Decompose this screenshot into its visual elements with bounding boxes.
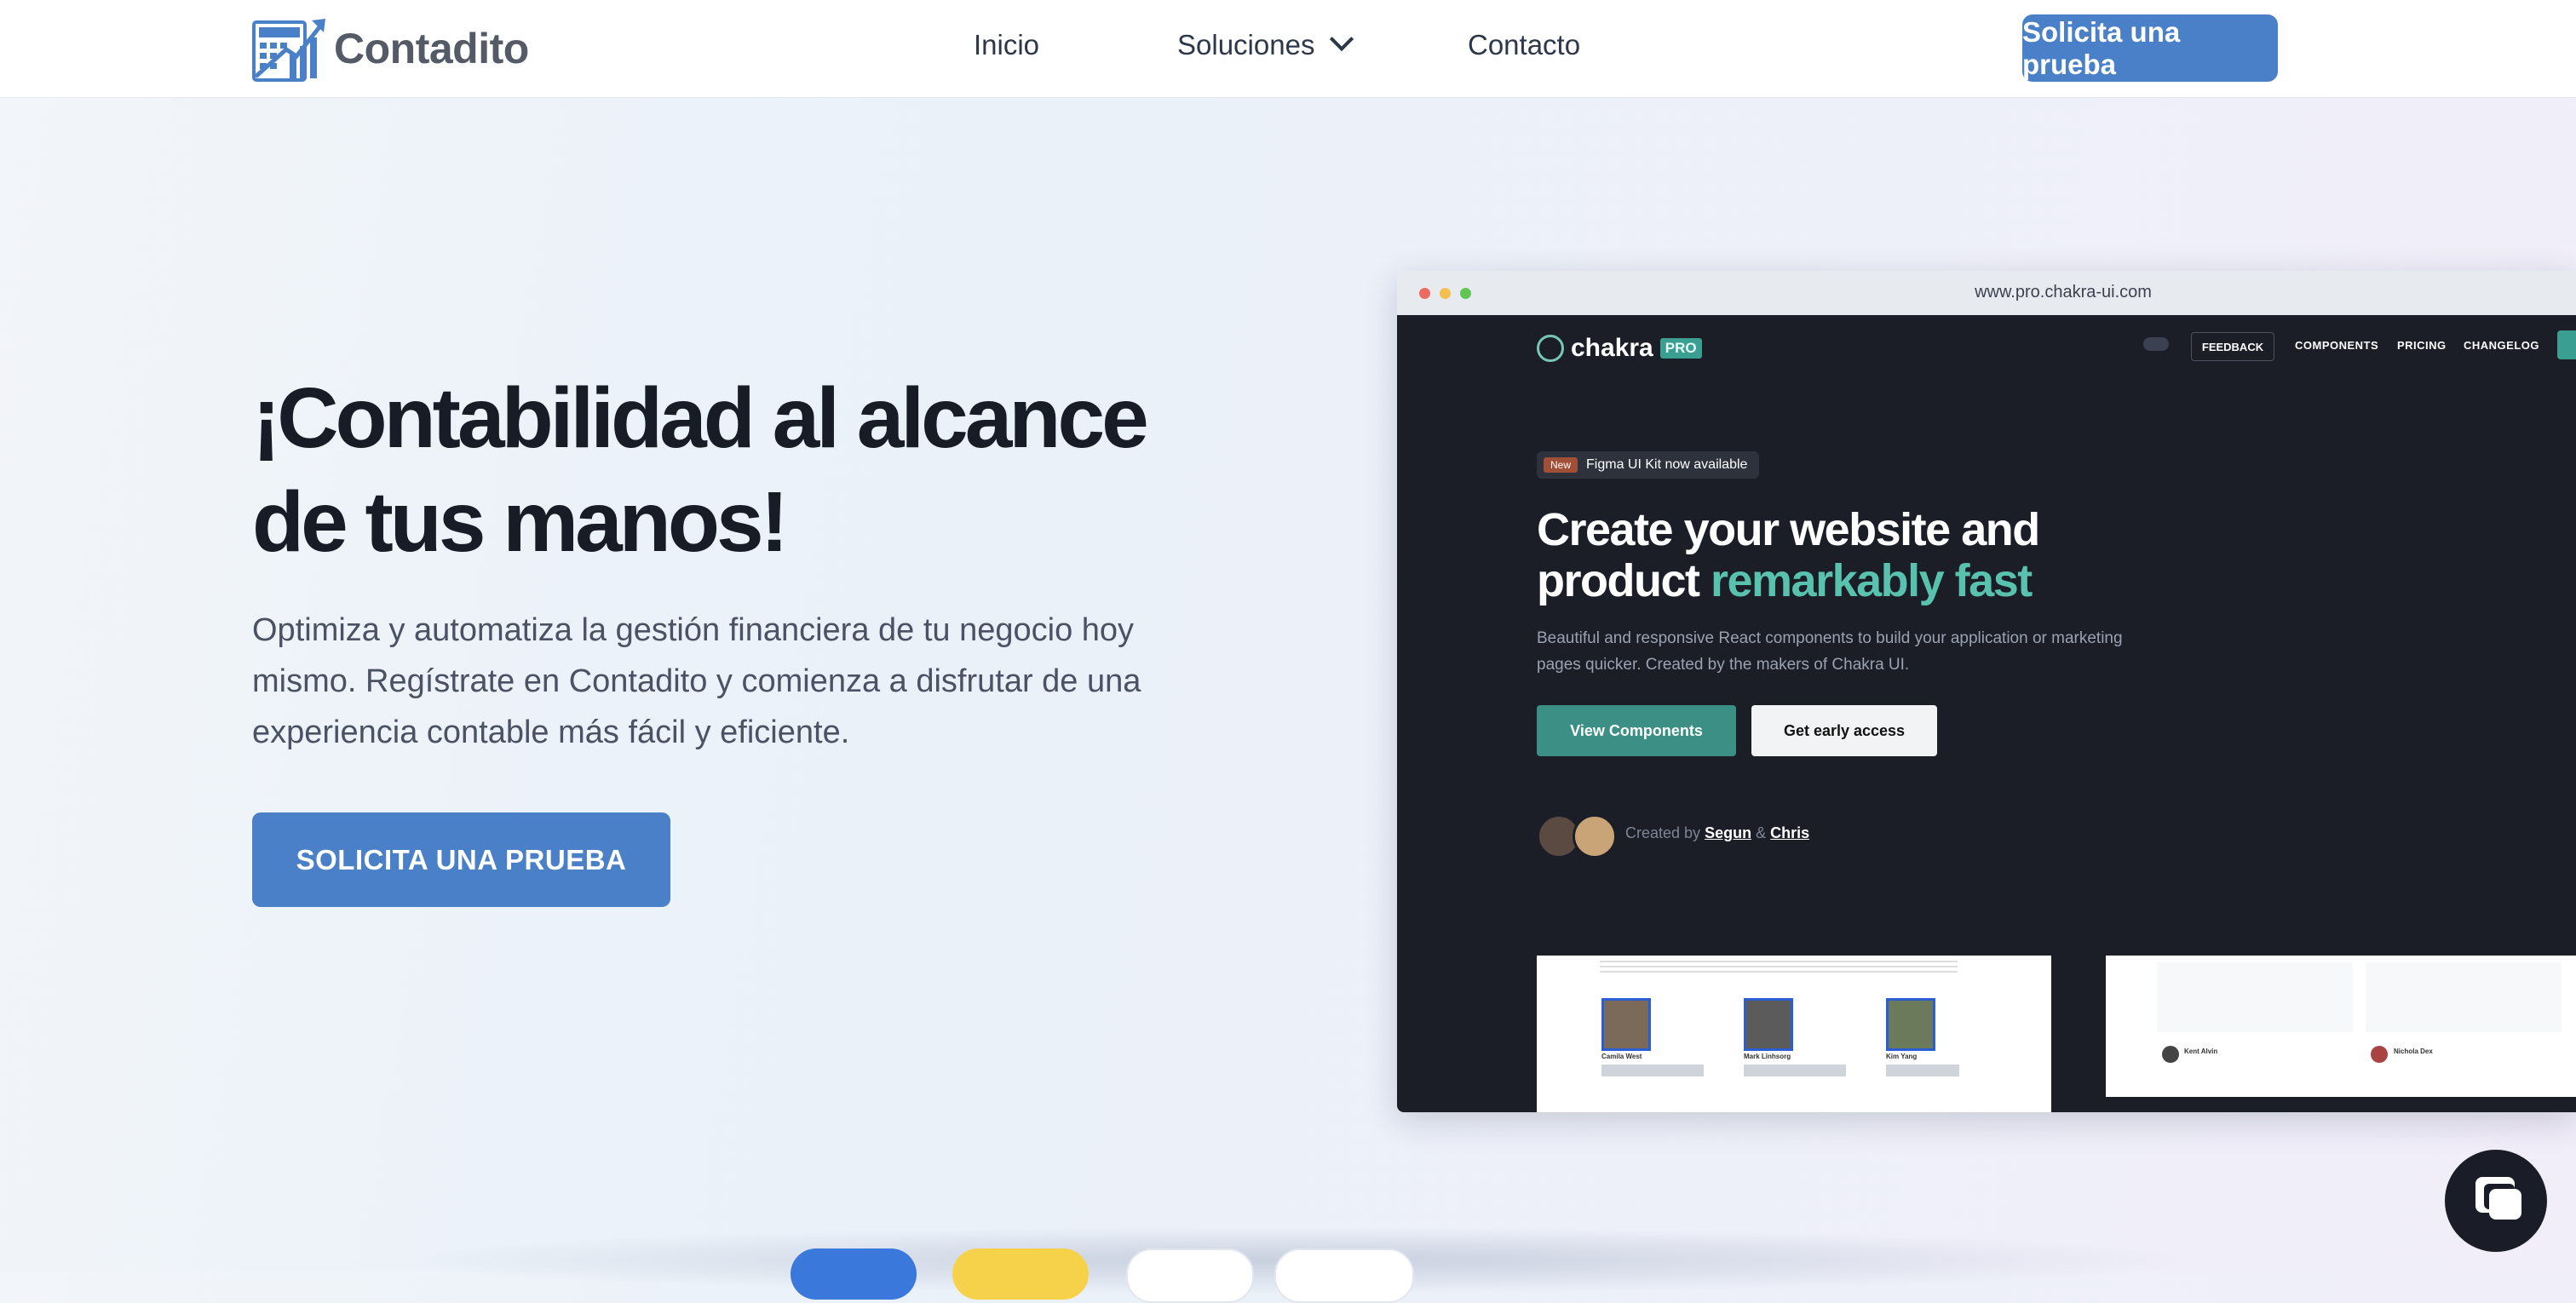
mockup-description: Beautiful and responsive React component… <box>1537 629 2123 674</box>
mockup-page: chakra PRO FEEDBACK COMPONENTS PRICING C… <box>1397 315 2576 1112</box>
chevron-down-icon <box>1330 26 1354 52</box>
hero-title: ¡Contabilidad al alcance de tus manos! <box>252 370 1149 570</box>
testimonials-preview-card: Kent Alvin Nichola Dex <box>2106 956 2576 1097</box>
browser-titlebar: www.pro.chakra-ui.com <box>1397 271 2576 315</box>
author-ampersand: & <box>1756 824 1767 841</box>
nav-link-contacto[interactable]: Contacto <box>1468 29 1580 61</box>
new-tag: New <box>1544 457 1578 473</box>
request-trial-nav-button[interactable]: Solicita una prueba <box>2022 14 2278 82</box>
feature-pill-blue <box>791 1248 917 1300</box>
mockup-nav-changelog: CHANGELOG <box>2464 339 2539 352</box>
testimonial-1 <box>2157 962 2353 1032</box>
hero-subtitle: Optimiza y automatiza la gestión financi… <box>252 612 1141 750</box>
request-trial-hero-button[interactable]: SOLICITA UNA PRUEBA <box>252 812 670 907</box>
created-by-label: Created by <box>1625 824 1701 841</box>
product-preview-mockup: www.pro.chakra-ui.com chakra PRO FEEDBAC… <box>1397 271 2576 1112</box>
chat-widget-button[interactable] <box>2445 1150 2547 1252</box>
figma-kit-text: Figma UI Kit now available <box>1586 457 1748 472</box>
calculator-chart-icon <box>252 19 325 82</box>
chat-bubble-icon-front <box>2489 1189 2521 1220</box>
bolt-icon <box>1537 335 1564 362</box>
mockup-nav-components: COMPONENTS <box>2295 339 2379 352</box>
feature-pill-white-1 <box>1126 1248 1254 1303</box>
testimonial-author-1: Kent Alvin <box>2184 1048 2218 1055</box>
text-lines <box>1600 959 1958 973</box>
team-photo-3 <box>1886 998 1935 1051</box>
team-photo-2 <box>1744 998 1793 1051</box>
testimonial-avatar-1 <box>2162 1046 2179 1063</box>
nav-link-inicio[interactable]: Inicio <box>974 29 1039 61</box>
feature-pill-white-2 <box>1274 1248 1414 1303</box>
brand-name: Contadito <box>334 25 529 72</box>
created-by-text: Created by Segun & Chris <box>1625 824 1809 842</box>
mockup-login-button <box>2557 330 2576 359</box>
feature-pill-yellow <box>952 1248 1089 1300</box>
team-name-3: Kim Yang <box>1886 1053 1918 1060</box>
nav-link-soluciones[interactable]: Soluciones <box>1177 26 1354 61</box>
avatar-chris <box>1573 814 1617 858</box>
testimonial-avatar-2 <box>2371 1046 2388 1063</box>
brand-logo[interactable]: Contadito <box>252 15 529 82</box>
chakra-logo: chakra PRO <box>1537 334 1702 363</box>
figma-kit-badge: New Figma UI Kit now available <box>1537 451 1760 479</box>
theme-toggle-icon <box>2143 337 2169 351</box>
get-early-access-button: Get early access <box>1751 705 1937 756</box>
team-name-2: Mark Linhsorg <box>1744 1053 1791 1060</box>
mockup-headline-line2: product <box>1537 555 1711 606</box>
view-components-button: View Components <box>1537 705 1736 756</box>
mockup-headline-accent: remarkably fast <box>1710 555 2033 606</box>
mockup-headline: Create your website and product remarkabl… <box>1537 504 2133 606</box>
team-preview-card: Camila West Mark Linhsorg Kim Yang <box>1537 956 2051 1112</box>
team-photo-1 <box>1601 998 1651 1051</box>
top-navbar: Contadito Inicio Soluciones Contacto Sol… <box>0 0 2576 98</box>
team-name-1: Camila West <box>1601 1053 1642 1060</box>
mockup-nav-feedback: FEEDBACK <box>2191 332 2274 361</box>
author-chris: Chris <box>1770 824 1810 841</box>
testimonial-2 <box>2366 962 2562 1032</box>
team-bios <box>1601 1065 1959 1076</box>
testimonial-author-2: Nichola Dex <box>2394 1048 2433 1055</box>
chakra-logo-text: chakra <box>1571 334 1653 362</box>
author-segun: Segun <box>1705 824 1752 841</box>
browser-url: www.pro.chakra-ui.com <box>1975 283 2152 301</box>
nav-link-soluciones-label: Soluciones <box>1177 29 1315 60</box>
mockup-nav-pricing: PRICING <box>2397 339 2447 352</box>
mockup-headline-line1: Create your website and <box>1537 504 2040 555</box>
pro-badge: PRO <box>1659 338 1702 359</box>
